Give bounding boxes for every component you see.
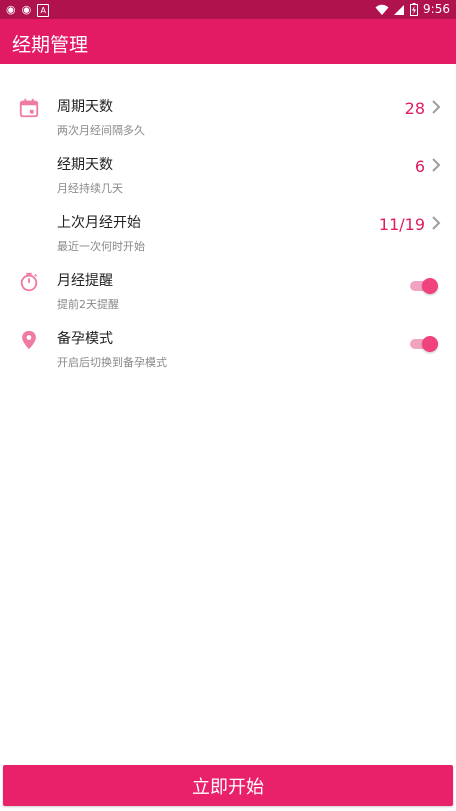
setting-subtitle: 两次月经间隔多久 [57,124,145,137]
setting-period-days[interactable]: 经期天数 月经持续几天 6 [0,140,456,198]
signal-icon [394,4,405,15]
setting-title: 经期天数 [57,157,113,173]
setting-subtitle: 最近一次何时开始 [57,240,145,253]
weibo-icon: ◉ [6,3,16,16]
toggle-thumb [422,336,438,352]
setting-subtitle: 开启后切换到备孕模式 [57,356,167,369]
battery-icon [410,3,419,16]
setting-cycle-days[interactable]: 周期天数 两次月经间隔多久 28 [0,82,456,140]
chevron-right-icon [432,216,441,230]
setting-subtitle: 提前2天提醒 [57,298,119,311]
setting-period-reminder[interactable]: 月经提醒 提前2天提醒 [0,256,456,314]
page-title: 经期管理 [12,34,89,56]
start-now-button[interactable]: 立即开始 [3,765,453,806]
timer-icon [20,272,38,292]
chevron-right-icon [432,100,441,114]
reminder-toggle[interactable] [410,277,438,295]
setting-title: 备孕模式 [57,331,113,347]
a-icon: A [37,3,50,17]
toggle-thumb [422,278,438,294]
weibo-icon: ◉ [21,3,32,16]
status-bar: ◉ ◉ A 9:56 [0,0,456,19]
pregnancy-mode-toggle[interactable] [410,335,438,353]
status-time: 9:56 [423,2,450,16]
setting-title: 周期天数 [57,99,113,115]
setting-value: 28 [404,99,425,118]
setting-title: 上次月经开始 [57,215,141,231]
setting-pregnancy-mode[interactable]: 备孕模式 开启后切换到备孕模式 [0,314,456,372]
location-pin-icon [22,330,36,350]
wifi-icon [375,4,389,15]
setting-last-period-start[interactable]: 上次月经开始 最近一次何时开始 11/19 [0,198,456,256]
setting-value: 6 [414,157,425,176]
setting-value: 11/19 [378,215,425,234]
chevron-right-icon [432,158,441,172]
setting-title: 月经提醒 [57,273,113,289]
setting-subtitle: 月经持续几天 [57,182,123,195]
app-bar: 经期管理 [0,19,456,64]
settings-list: 周期天数 两次月经间隔多久 28 经期天数 月经持续几天 6 上次月经开始 最近… [0,82,456,372]
calendar-icon [19,98,39,118]
